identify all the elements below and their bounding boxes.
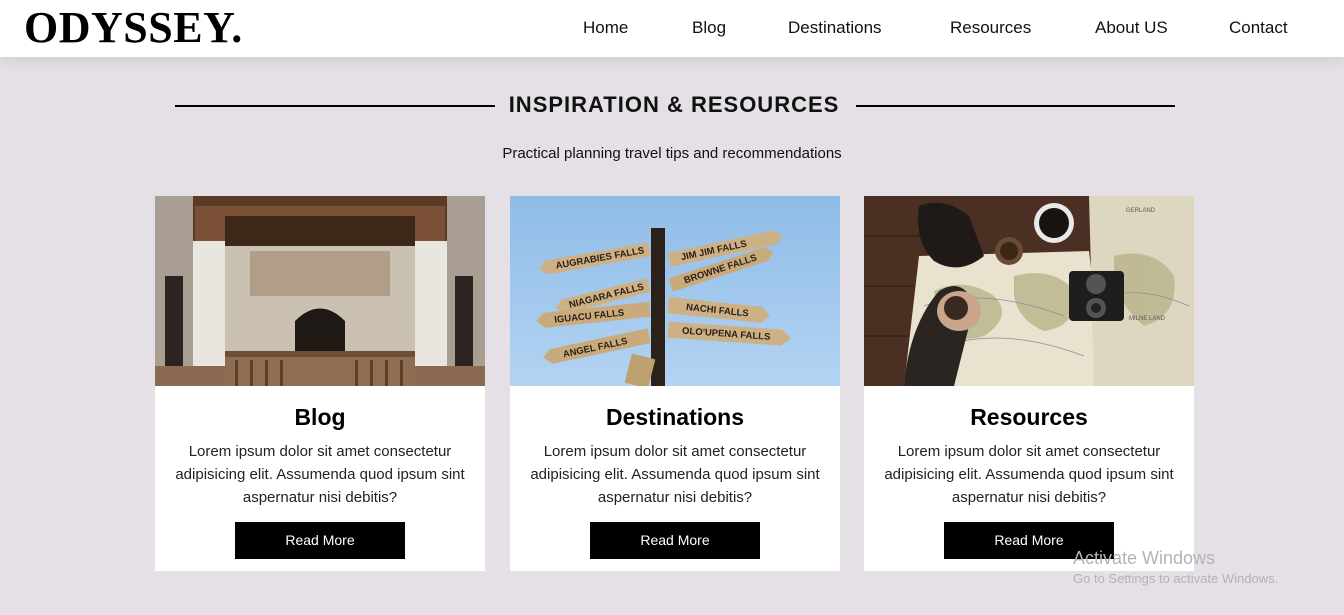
section-subtitle: Practical planning travel tips and recom… bbox=[502, 145, 842, 162]
nav-blog[interactable]: Blog bbox=[692, 18, 726, 38]
read-more-button[interactable]: Read More bbox=[235, 522, 405, 559]
card-description: Lorem ipsum dolor sit amet consectetur a… bbox=[884, 443, 1174, 506]
read-more-button[interactable]: Read More bbox=[590, 522, 760, 559]
activate-windows-watermark: Activate Windows Go to Settings to activ… bbox=[1073, 547, 1278, 587]
nav-about-us[interactable]: About US bbox=[1095, 18, 1168, 38]
site-logo[interactable]: ODYSSEY. bbox=[24, 4, 243, 52]
map-label: MILNE LAND bbox=[1129, 316, 1166, 322]
card-blog: Blog Lorem ipsum dolor sit amet consecte… bbox=[155, 196, 485, 571]
signpost-image: AUGRABIES FALLS JIM JIM FALLS BROWNE FAL… bbox=[510, 196, 840, 386]
nav-home[interactable]: Home bbox=[583, 18, 628, 38]
map-label: GERLAND bbox=[1126, 208, 1156, 214]
map-and-camera-image: GERLAND MILNE LAND bbox=[864, 196, 1194, 386]
card-title: Destinations bbox=[605, 404, 745, 430]
section-title: INSPIRATION & RESOURCES bbox=[508, 92, 840, 117]
card-description: Lorem ipsum dolor sit amet consectetur a… bbox=[530, 443, 820, 506]
card-title: Resources bbox=[970, 404, 1088, 430]
watermark-subtitle: Go to Settings to activate Windows. bbox=[1073, 571, 1279, 586]
card-title: Blog bbox=[294, 404, 346, 430]
title-divider-right bbox=[856, 105, 1175, 107]
nav-contact[interactable]: Contact bbox=[1229, 18, 1288, 38]
title-divider-left bbox=[175, 105, 495, 107]
watermark-title: Activate Windows bbox=[1073, 548, 1216, 568]
navbar: ODYSSEY. Home Blog Destinations Resource… bbox=[0, 0, 1344, 57]
card-destinations: AUGRABIES FALLS JIM JIM FALLS BROWNE FAL… bbox=[510, 196, 840, 571]
card-description: Lorem ipsum dolor sit amet consectetur a… bbox=[175, 443, 465, 506]
nav-destinations[interactable]: Destinations bbox=[788, 18, 882, 38]
nav-resources[interactable]: Resources bbox=[950, 18, 1031, 38]
moroccan-courtyard-image bbox=[155, 196, 485, 386]
card-resources: GERLAND MILNE LAND Resources Lorem ipsum… bbox=[864, 196, 1194, 571]
